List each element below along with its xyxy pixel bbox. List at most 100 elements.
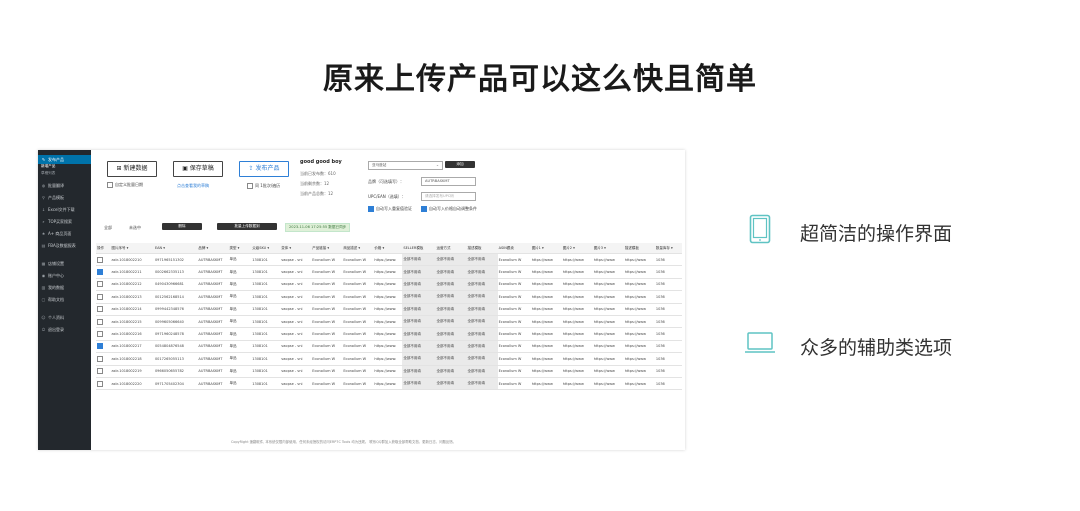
delete-button[interactable]: 删除	[162, 223, 202, 230]
sidebar-item[interactable]: ▦ 店铺设置	[38, 259, 91, 268]
row-checkbox[interactable]	[96, 278, 111, 292]
table-cell: Econollum W	[342, 365, 374, 378]
column-header[interactable]: 品牌 ▾	[197, 243, 229, 254]
column-header[interactable]: 图片2 ▾	[561, 243, 593, 254]
row-checkbox[interactable]	[96, 303, 111, 316]
column-header[interactable]: EAN ▾	[153, 243, 198, 254]
table-cell: https://www	[592, 340, 624, 354]
code-input[interactable]: 请选择发布UPC码	[421, 192, 476, 201]
table-row[interactable]: astr-1018002219 0966050655782 AUTRBASKMT 单品…	[96, 365, 682, 378]
row-checkbox[interactable]	[96, 352, 111, 366]
sidebar-item[interactable]: ▤ FBA及数据报表	[38, 241, 91, 250]
table-cell: Econollum W	[311, 253, 343, 267]
column-header[interactable]: ASIN跟卖	[497, 243, 531, 254]
table-cell: https://www	[592, 315, 624, 329]
sidebar-item[interactable]: ⌕ TOP买家搜索	[38, 217, 91, 226]
sidebar-item[interactable]: ☺ 个人资料	[38, 313, 91, 322]
row-checkbox[interactable]	[96, 327, 111, 341]
sidebar-item-label: Excel文件下载	[48, 207, 75, 212]
sidebar-item[interactable]: ⏻ 退出登录	[38, 325, 91, 334]
table-cell: AUTRBASKMT	[197, 253, 229, 267]
table-cell: 1308101	[251, 352, 281, 366]
column-header[interactable]: SELLER模板	[402, 243, 436, 254]
column-header[interactable]: 产品链接 ▾	[311, 243, 343, 254]
table-row[interactable]: astr-1018002214 0999442348576 AUTRBASKMT 单品…	[96, 303, 682, 316]
table-cell: Econollum W	[311, 278, 343, 292]
table-cell: 单品	[228, 377, 252, 391]
row-checkbox[interactable]	[96, 290, 111, 304]
table-row[interactable]: astr-1018002215 0099605066640 AUTRBASKMT 单品…	[96, 315, 682, 329]
table-row[interactable]: astr-1018002220 0971705402304 AUTRBASKMT 单品…	[96, 377, 682, 391]
sidebar-item[interactable]: ✎ 发布产品	[38, 155, 91, 164]
table-cell: 全部不用填	[402, 290, 436, 304]
feature-simple-ui: 超简洁的操作界面	[800, 223, 953, 245]
column-header[interactable]: 价格 ▾	[373, 243, 403, 254]
sidebar-item[interactable]: ▢ 帮助文档	[38, 295, 91, 304]
row-checkbox[interactable]	[96, 340, 111, 354]
batch-checkbox[interactable]: 同 1批次/遍历	[247, 183, 280, 189]
table-cell: 全部不用填	[435, 352, 467, 366]
brand-input[interactable]: AUTRBASKMT	[421, 177, 476, 186]
sidebar-item[interactable]: ◉ 账户中心	[38, 271, 91, 280]
sidebar-item[interactable]: ↓ Excel文件下载	[38, 205, 91, 214]
sidebar-subitem[interactable]: 新增产品	[41, 164, 55, 169]
filter-unselected[interactable]: 未选中	[129, 225, 141, 231]
option-dup-check[interactable]: 自动写入重复值验证	[368, 206, 412, 212]
column-header[interactable]: 图片1 ▾	[530, 243, 562, 254]
new-data-button[interactable]: ⊞ 新建数据	[107, 161, 157, 177]
table-cell: 0971960248578	[153, 327, 198, 341]
table-cell: Econollum W	[497, 303, 531, 316]
sidebar-item[interactable]: ★ A+ 商品页面	[38, 229, 91, 238]
save-draft-button[interactable]: ▣ 保存草稿	[173, 161, 223, 177]
row-checkbox[interactable]	[96, 253, 111, 267]
site-select[interactable]: 亚马逊站 ⌄	[368, 161, 443, 170]
column-header[interactable]: 运营方式	[435, 243, 467, 254]
table-cell: AUTRBASKMT	[197, 377, 229, 391]
column-header[interactable]: 图片3 ▾	[592, 243, 624, 254]
filter-all[interactable]: 全部	[104, 225, 112, 231]
sidebar-item[interactable]: ◍ 批量翻译	[38, 181, 91, 190]
table-row[interactable]: astr-1018002213 0012562168514 AUTRBASKMT 单品…	[96, 290, 682, 304]
star-icon: ★	[41, 231, 46, 236]
view-drafts-link[interactable]: 点击查看我的草稿	[177, 183, 209, 189]
sidebar-item[interactable]: ⚲ 产品模板	[38, 193, 91, 202]
publish-product-button[interactable]: ⇪ 发布产品	[239, 161, 289, 177]
table-row[interactable]: astr-1018002210 0971965151302 AUTRBASKMT 单品…	[96, 253, 682, 267]
custom-date-checkbox[interactable]: 自定义批量日期	[107, 182, 143, 188]
table-cell: Econollum W	[311, 265, 343, 279]
sidebar-subitem[interactable]: 草稿列表	[41, 171, 55, 176]
sidebar-item[interactable]: ▥ 我的数据	[38, 283, 91, 292]
row-checkbox[interactable]	[96, 265, 111, 279]
row-checkbox[interactable]	[96, 315, 111, 329]
column-header[interactable]: 父级SKU ▾	[251, 243, 281, 254]
table-cell: 全部不用填	[435, 265, 467, 279]
laptop-icon	[744, 331, 776, 359]
column-header[interactable]: 变体 ▾	[280, 243, 312, 254]
table-cell: 1036	[654, 278, 682, 292]
column-header[interactable]: 描述模板	[466, 243, 498, 254]
column-header[interactable]: 图片序号 ▾	[110, 243, 154, 254]
page-title: 原来上传产品可以这么快且简单	[323, 62, 757, 97]
table-cell: 1308101	[251, 290, 281, 304]
column-header[interactable]: 数量库存 ▾	[654, 243, 682, 254]
row-checkbox[interactable]	[96, 365, 111, 378]
column-header[interactable]: 操作	[96, 243, 111, 254]
row-checkbox[interactable]	[96, 377, 111, 391]
sidebar-item-label: A+ 商品页面	[48, 231, 72, 236]
table-cell: 全部不用填	[402, 303, 436, 316]
save-icon: ▣	[182, 165, 190, 172]
table-row[interactable]: astr-1018002211 0002662335113 AUTRBASKMT 单品…	[96, 265, 682, 279]
batch-upload-button[interactable]: 批量上传数据到	[217, 223, 277, 230]
table-row[interactable]: astr-1018002216 0971960248578 AUTRBASKMT 单品…	[96, 327, 682, 341]
column-header[interactable]: 描述模板	[623, 243, 655, 254]
table-row[interactable]: astr-1018002218 0017265055113 AUTRBASKMT 单品…	[96, 352, 682, 366]
column-header[interactable]: 类型 ▾	[228, 243, 252, 254]
table-cell: Econollum W	[311, 377, 343, 391]
add-site-button[interactable]: 添加	[445, 161, 475, 168]
table-row[interactable]: astr-1018002217 0054804876548 AUTRBASKMT 单品…	[96, 340, 682, 354]
column-header[interactable]: 商品描述 ▾	[342, 243, 374, 254]
table-row[interactable]: astr-1018002212 0490430966681 AUTRBASKMT 单品…	[96, 278, 682, 292]
option-price-adjust[interactable]: 自动写入价格自动调整条件	[421, 206, 477, 212]
table-cell: vaopse - vni	[280, 303, 312, 316]
table-cell: 单品	[228, 265, 252, 279]
